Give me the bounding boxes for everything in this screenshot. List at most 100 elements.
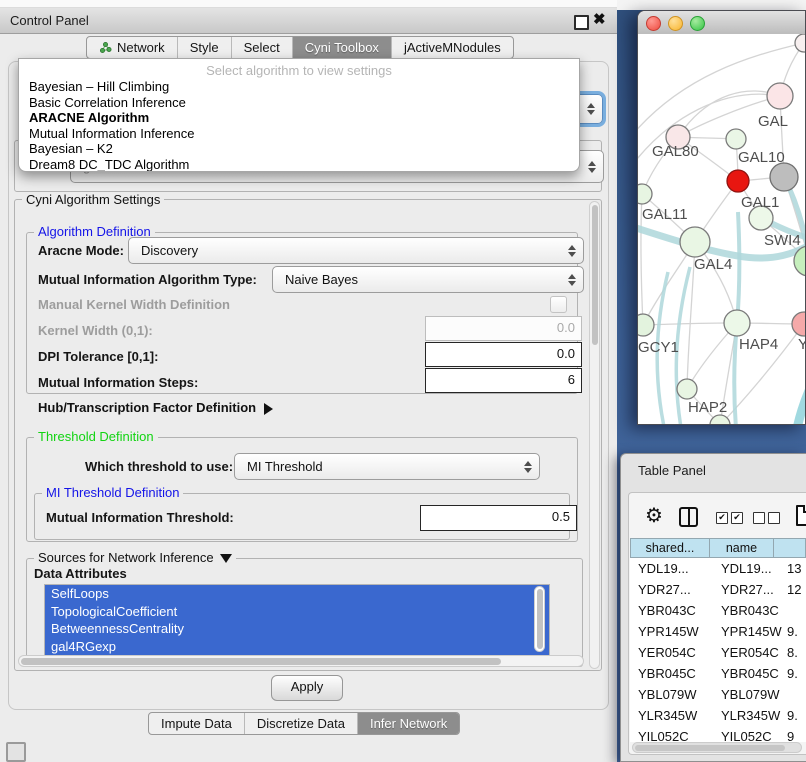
combo-stepper-icon	[568, 274, 576, 286]
table-cell: 13	[784, 558, 806, 579]
table-cell: YLR345W	[630, 705, 716, 726]
network-node[interactable]	[724, 310, 750, 336]
network-node-label: GAL11	[642, 206, 688, 223]
table-row[interactable]: YDR27...YDR27...12	[630, 579, 806, 600]
table-cell: 9.	[784, 705, 806, 726]
zoom-traffic-light[interactable]	[690, 16, 705, 31]
apply-button[interactable]: Apply	[271, 675, 343, 701]
combo-value: Naive Bayes	[285, 272, 583, 287]
mi-threshold-input[interactable]: 0.5	[420, 505, 577, 531]
columns-icon[interactable]	[679, 507, 698, 527]
algorithm-option[interactable]: Bayesian – Hill Climbing	[19, 79, 579, 95]
kernel-width-input[interactable]: 0.0	[425, 316, 582, 341]
network-node[interactable]	[710, 415, 730, 425]
table-row[interactable]: YPR145WYPR145W9.	[630, 621, 806, 642]
table-row[interactable]: YIL052CYIL052C9	[630, 726, 806, 742]
network-node[interactable]	[795, 34, 806, 52]
algorithm-option[interactable]: Dream8 DC_TDC Algorithm	[19, 157, 579, 172]
tab-discretize-data[interactable]: Discretize Data	[244, 713, 357, 734]
network-node[interactable]	[770, 163, 798, 191]
table-row[interactable]: YBL079WYBL079W	[630, 684, 806, 705]
document-icon[interactable]	[796, 505, 806, 526]
table-cell: YLR345W	[716, 705, 784, 726]
network-node[interactable]	[727, 170, 749, 192]
attribute-item[interactable]: BetweennessCentrality	[45, 620, 549, 638]
table-row[interactable]: YDL19...YDL19...13	[630, 558, 806, 579]
tab-infer-network[interactable]: Infer Network	[357, 713, 459, 734]
close-icon[interactable]: ✖	[593, 10, 606, 28]
tab-cyni-toolbox[interactable]: Cyni Toolbox	[292, 37, 391, 58]
network-node[interactable]	[792, 312, 806, 336]
tab-select[interactable]: Select	[231, 37, 292, 58]
table-row[interactable]: YER054CYER054C8.	[630, 642, 806, 663]
data-attributes-list[interactable]: SelfLoopsTopologicalCoefficientBetweenne…	[44, 584, 550, 657]
mi-steps-input[interactable]: 6	[425, 368, 582, 393]
control-panel-titlebar: Control Panel ✖	[0, 8, 617, 34]
algorithm-option[interactable]: Mutual Information Inference	[19, 126, 579, 142]
manual-kernel-checkbox[interactable]	[550, 296, 567, 313]
network-node[interactable]	[726, 129, 746, 149]
table-cell	[784, 684, 806, 705]
tab-style[interactable]: Style	[177, 37, 231, 58]
table-cell: YER054C	[716, 642, 784, 663]
hub-definition-expander[interactable]: Hub/Transcription Factor Definition	[38, 400, 273, 415]
sources-title-row[interactable]: Sources for Network Inference	[34, 550, 236, 565]
network-node[interactable]	[680, 227, 710, 257]
algorithm-option[interactable]: ARACNE Algorithm	[19, 110, 579, 126]
table-cell: 12	[784, 579, 806, 600]
network-node[interactable]	[767, 83, 793, 109]
attribute-item[interactable]: TopologicalCoefficient	[45, 603, 549, 621]
minimized-panel-icon[interactable]	[6, 742, 26, 762]
network-canvas[interactable]: GALGAL80GAL10GAL1SWI4GAL11GAL4GCY1HAP4YH…	[638, 34, 805, 424]
tab-network[interactable]: Network	[87, 37, 177, 58]
table-header-cell[interactable]: shared...	[630, 538, 710, 558]
table-horizontal-scrollbar[interactable]	[632, 742, 802, 753]
network-node[interactable]	[677, 379, 697, 399]
table-cell: YBR045C	[630, 663, 716, 684]
table-header-cell[interactable]: name	[710, 538, 774, 558]
aracne-mode-combo[interactable]: Discovery	[128, 237, 584, 264]
which-threshold-combo[interactable]: MI Threshold	[234, 453, 540, 480]
data-attributes-label: Data Attributes	[34, 566, 127, 581]
algorithm-dropdown-list: Bayesian – Hill ClimbingBasic Correlatio…	[19, 79, 579, 172]
network-node-label: SWI4	[764, 232, 801, 249]
network-node[interactable]	[638, 184, 652, 204]
minimize-traffic-light[interactable]	[668, 16, 683, 31]
table-row[interactable]: YBR043CYBR043C	[630, 600, 806, 621]
algorithm-option[interactable]: Basic Correlation Inference	[19, 95, 579, 111]
table-row[interactable]: YLR345WYLR345W9.	[630, 705, 806, 726]
gear-icon[interactable]: ⚙	[645, 506, 663, 526]
float-window-button[interactable]	[574, 15, 589, 30]
settings-horizontal-scrollbar[interactable]	[18, 655, 584, 667]
scrollbar-thumb[interactable]	[592, 205, 598, 345]
scrollbar-thumb[interactable]	[635, 745, 785, 751]
tab-jactivemnodules[interactable]: jActiveMNodules	[391, 37, 513, 58]
attribute-item[interactable]: SelfLoops	[45, 585, 549, 603]
table-cell: YPR145W	[716, 621, 784, 642]
mi-algorithm-type-combo[interactable]: Naive Bayes	[272, 266, 584, 293]
close-traffic-light[interactable]	[646, 16, 661, 31]
sources-title: Sources for Network Inference	[38, 550, 214, 565]
network-window: GALGAL80GAL10GAL1SWI4GAL11GAL4GCY1HAP4YH…	[637, 10, 806, 425]
tab-impute-data[interactable]: Impute Data	[149, 713, 244, 734]
attributes-scrollbar[interactable]	[534, 586, 545, 652]
network-window-titlebar[interactable]	[638, 11, 805, 35]
dpi-tolerance-label: DPI Tolerance [0,1]:	[38, 349, 158, 364]
algorithm-option[interactable]: Bayesian – K2	[19, 141, 579, 157]
scrollbar-thumb[interactable]	[21, 658, 501, 665]
kernel-width-label: Kernel Width (0,1):	[38, 323, 153, 338]
table-row[interactable]: YBR045CYBR045C9.	[630, 663, 806, 684]
network-node[interactable]	[638, 314, 654, 336]
combo-value: Discovery	[141, 243, 583, 258]
settings-vertical-scrollbar[interactable]	[589, 201, 600, 669]
table-header-cell[interactable]	[774, 538, 806, 558]
select-all-checks-icon[interactable]: ✔ ✔	[716, 512, 743, 524]
network-edge[interactable]	[643, 323, 726, 325]
table-cell: YBL079W	[716, 684, 784, 705]
network-edge[interactable]	[792, 356, 806, 425]
deselect-all-checks-icon[interactable]	[753, 512, 780, 524]
scrollbar-thumb[interactable]	[537, 589, 543, 649]
network-graph: GALGAL80GAL10GAL1SWI4GAL11GAL4GCY1HAP4YH…	[638, 34, 806, 425]
attribute-item[interactable]: gal4RGexp	[45, 638, 549, 656]
dpi-tolerance-input[interactable]: 0.0	[425, 342, 582, 367]
